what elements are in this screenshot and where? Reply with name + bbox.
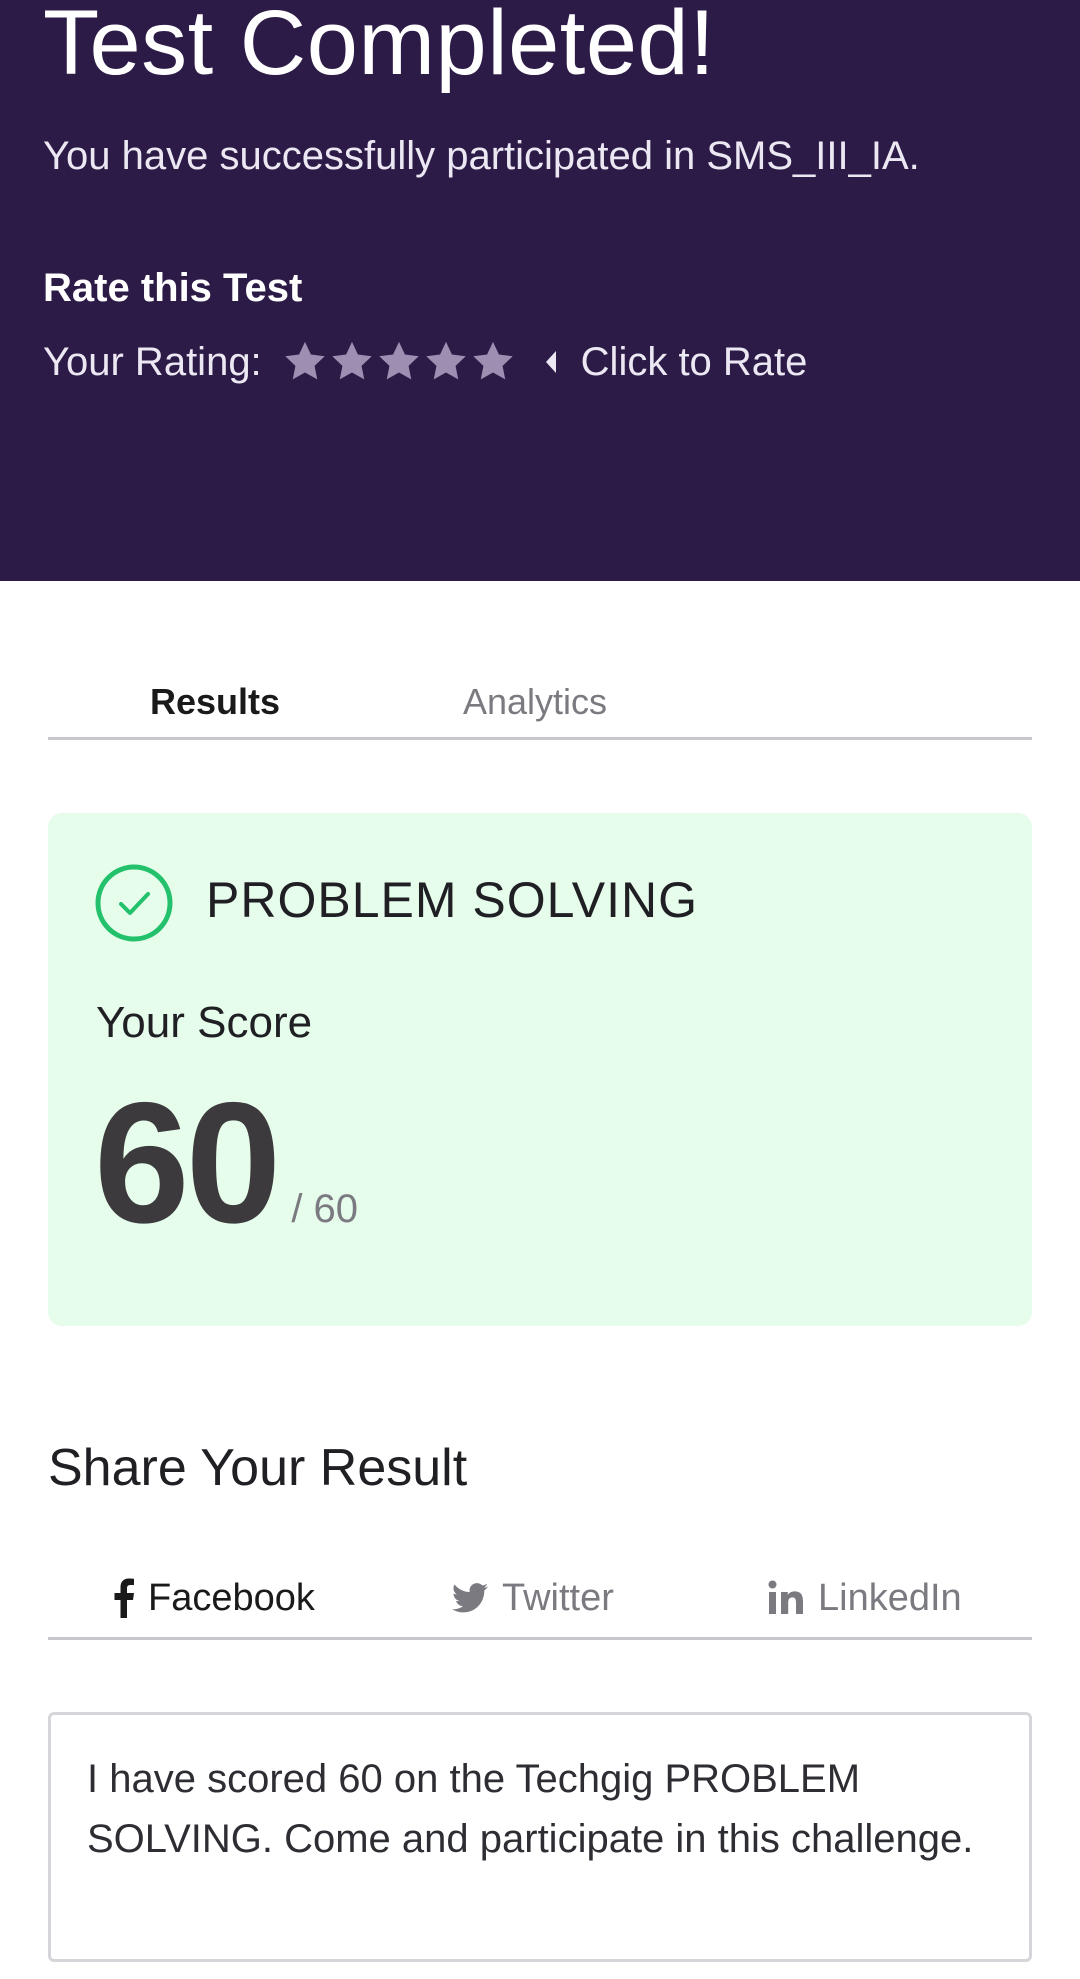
share-tabs: Facebook Twitter LinkedIn (48, 1560, 1032, 1640)
star-icon-2[interactable] (329, 340, 375, 384)
share-heading: Share Your Result (48, 1439, 468, 1497)
share-tab-label: Facebook (148, 1577, 315, 1619)
page-title: Test Completed! (43, 0, 716, 94)
participation-message: You have successfully participated in SM… (43, 134, 920, 178)
share-tab-linkedin[interactable]: LinkedIn (768, 1574, 962, 1622)
star-rating[interactable] (282, 340, 517, 384)
linkedin-icon (768, 1580, 803, 1614)
score-row: 60 / 60 (94, 1068, 358, 1258)
section-title: PROBLEM SOLVING (206, 872, 698, 928)
share-tab-twitter[interactable]: Twitter (452, 1574, 614, 1622)
rating-row: Your Rating: Click to Rate (43, 336, 807, 388)
share-tab-label: LinkedIn (818, 1577, 962, 1619)
score-total: / 60 (291, 1187, 359, 1231)
star-icon-5[interactable] (470, 340, 516, 384)
share-message-textarea[interactable]: I have scored 60 on the Techgig PROBLEM … (48, 1712, 1032, 1962)
score-value: 60 (94, 1067, 281, 1259)
result-tabs: Results Analytics (48, 660, 1032, 740)
caret-left-icon (545, 351, 556, 373)
tab-results[interactable]: Results (150, 680, 280, 724)
rating-label: Your Rating: (43, 339, 262, 384)
twitter-icon (452, 1583, 488, 1613)
rate-heading: Rate this Test (43, 266, 303, 310)
share-tab-label: Twitter (502, 1577, 614, 1619)
check-circle-icon (94, 863, 174, 943)
star-icon-3[interactable] (376, 340, 422, 384)
star-icon-4[interactable] (423, 340, 469, 384)
score-card: PROBLEM SOLVING Your Score 60 / 60 (48, 813, 1032, 1326)
result-header: Test Completed! You have successfully pa… (0, 0, 1080, 581)
share-tab-facebook[interactable]: Facebook (114, 1574, 315, 1622)
score-label: Your Score (96, 998, 313, 1047)
facebook-icon (114, 1578, 134, 1618)
star-icon-1[interactable] (282, 340, 328, 384)
click-to-rate-text: Click to Rate (580, 339, 808, 384)
tab-analytics[interactable]: Analytics (463, 680, 607, 724)
